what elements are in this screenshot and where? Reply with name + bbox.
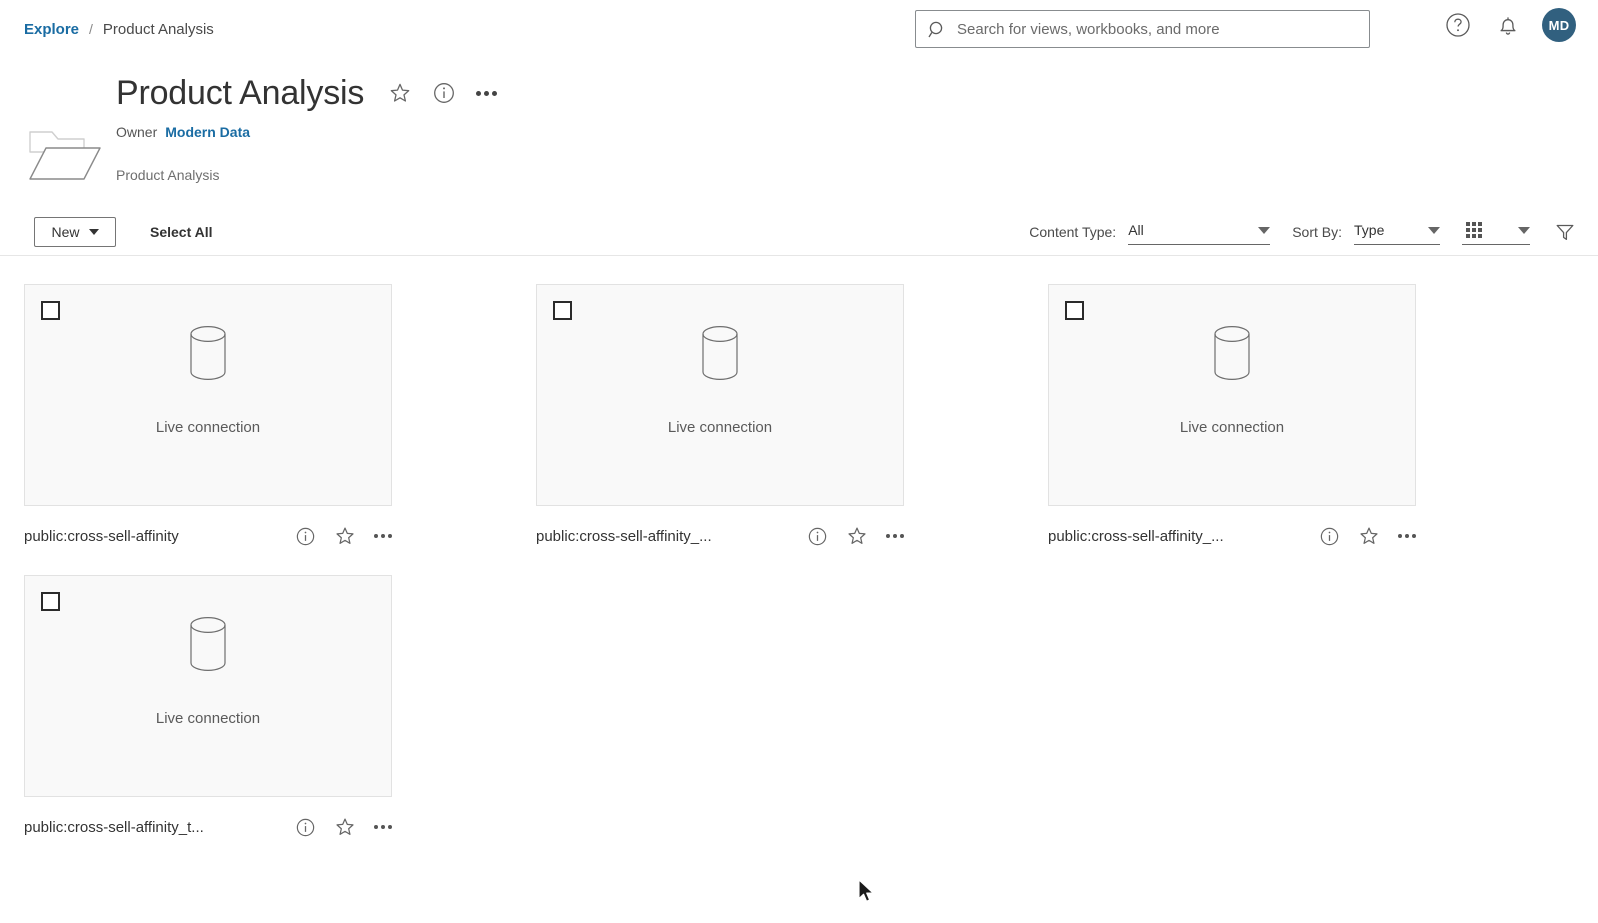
- toolbar-filters: Content Type: All Sort By: Type: [1007, 218, 1576, 245]
- chevron-down-icon: [1518, 226, 1530, 234]
- ellipsis-icon[interactable]: [1398, 534, 1416, 538]
- star-icon[interactable]: [846, 525, 868, 547]
- search-input[interactable]: [957, 20, 1357, 38]
- avatar[interactable]: MD: [1542, 8, 1576, 42]
- chevron-down-icon: [88, 228, 99, 235]
- ellipsis-icon[interactable]: [374, 825, 392, 829]
- folder-icon: [22, 124, 104, 191]
- content-grid: Live connection public:cross-sell-affini…: [0, 256, 1598, 866]
- card-footer: public:cross-sell-affinity: [24, 525, 392, 547]
- folder-description: Product Analysis: [116, 166, 220, 183]
- content-toolbar: New Select All Content Type: All Sort By…: [0, 208, 1598, 256]
- search-box[interactable]: [915, 10, 1370, 48]
- card-thumbnail[interactable]: Live connection: [24, 284, 392, 506]
- ellipsis-icon[interactable]: [374, 534, 392, 538]
- card-checkbox[interactable]: [1065, 301, 1084, 320]
- card-thumbnail[interactable]: Live connection: [536, 284, 904, 506]
- top-navigation-bar: Explore / Product Analysis Search for vi…: [0, 0, 1598, 58]
- star-icon[interactable]: [334, 816, 356, 838]
- funnel-filter-icon[interactable]: [1554, 221, 1576, 243]
- top-bar-actions: MD: [1442, 8, 1576, 42]
- owner-row: Owner Modern Data: [116, 124, 1598, 140]
- chevron-down-icon: [1428, 226, 1440, 234]
- grid-view-icon: [1466, 222, 1482, 238]
- card-thumbnail[interactable]: Live connection: [24, 575, 392, 797]
- card-checkbox[interactable]: [41, 592, 60, 611]
- star-icon[interactable]: [388, 81, 412, 105]
- card-connection-label: Live connection: [155, 419, 261, 436]
- info-circle-icon[interactable]: [295, 817, 316, 838]
- page-title: Product Analysis: [116, 74, 365, 112]
- content-card: Live connection public:cross-sell-affini…: [24, 575, 536, 838]
- card-connection-label: Live connection: [1179, 419, 1285, 436]
- card-actions: [279, 816, 392, 838]
- card-footer: public:cross-sell-affinity_t...: [24, 816, 392, 838]
- database-cylinder-icon: [697, 323, 743, 388]
- card-title[interactable]: public:cross-sell-affinity_...: [536, 528, 712, 545]
- card-checkbox[interactable]: [553, 301, 572, 320]
- content-type-label: Content Type:: [1029, 223, 1117, 240]
- page-header-actions: [388, 81, 498, 105]
- owner-link[interactable]: Modern Data: [165, 124, 250, 140]
- info-circle-icon[interactable]: [295, 526, 316, 547]
- card-actions: [1303, 525, 1416, 547]
- star-icon[interactable]: [334, 525, 356, 547]
- card-footer: public:cross-sell-affinity_...: [1048, 525, 1416, 547]
- content-card: Live connection public:cross-sell-affini…: [24, 284, 536, 547]
- breadcrumb-link-explore[interactable]: Explore: [24, 21, 79, 38]
- owner-label: Owner: [116, 123, 158, 140]
- search-icon: [928, 20, 947, 39]
- ellipsis-icon[interactable]: [886, 534, 904, 538]
- card-checkbox[interactable]: [41, 301, 60, 320]
- sort-by-label: Sort By:: [1292, 223, 1342, 240]
- content-card: Live connection public:cross-sell-affini…: [536, 284, 1048, 547]
- breadcrumb-separator: /: [89, 21, 93, 37]
- page-header: Product Analysis Owner Modern Data Produ…: [0, 58, 1598, 208]
- breadcrumb-current: Product Analysis: [102, 20, 214, 38]
- database-cylinder-icon: [1209, 323, 1255, 388]
- bell-icon[interactable]: [1492, 9, 1524, 41]
- view-mode-group: [1462, 218, 1530, 245]
- content-type-dropdown[interactable]: All: [1128, 218, 1271, 245]
- chevron-down-icon: [1258, 226, 1271, 234]
- info-circle-icon[interactable]: [432, 81, 456, 105]
- card-connection-label: Live connection: [155, 710, 261, 727]
- database-cylinder-icon: [185, 614, 231, 679]
- card-thumbnail[interactable]: Live connection: [1048, 284, 1416, 506]
- card-connection-label: Live connection: [667, 419, 773, 436]
- info-circle-icon[interactable]: [1319, 526, 1340, 547]
- grid-view-dropdown[interactable]: [1462, 218, 1530, 245]
- sort-by-dropdown[interactable]: Type: [1354, 218, 1440, 245]
- card-actions: [791, 525, 904, 547]
- card-footer: public:cross-sell-affinity_...: [536, 525, 904, 547]
- breadcrumb: Explore / Product Analysis: [24, 21, 214, 38]
- star-icon[interactable]: [1358, 525, 1380, 547]
- content-type-value: All: [1128, 222, 1144, 238]
- sort-by-value: Type: [1354, 222, 1385, 238]
- new-button-label: New: [51, 223, 80, 240]
- card-title[interactable]: public:cross-sell-affinity_t...: [24, 819, 204, 836]
- card-actions: [279, 525, 392, 547]
- new-button[interactable]: New: [34, 216, 116, 247]
- ellipsis-icon[interactable]: [476, 90, 498, 96]
- card-title[interactable]: public:cross-sell-affinity: [24, 528, 179, 545]
- info-circle-icon[interactable]: [807, 526, 828, 547]
- sort-by-filter: Sort By: Type: [1292, 218, 1440, 245]
- mouse-cursor: [857, 879, 877, 910]
- card-title[interactable]: public:cross-sell-affinity_...: [1048, 528, 1224, 545]
- content-card: Live connection public:cross-sell-affini…: [1048, 284, 1560, 547]
- select-all-button[interactable]: Select All: [150, 224, 213, 240]
- content-type-filter: Content Type: All: [1029, 218, 1271, 245]
- database-cylinder-icon: [185, 323, 231, 388]
- help-circle-icon[interactable]: [1442, 9, 1474, 41]
